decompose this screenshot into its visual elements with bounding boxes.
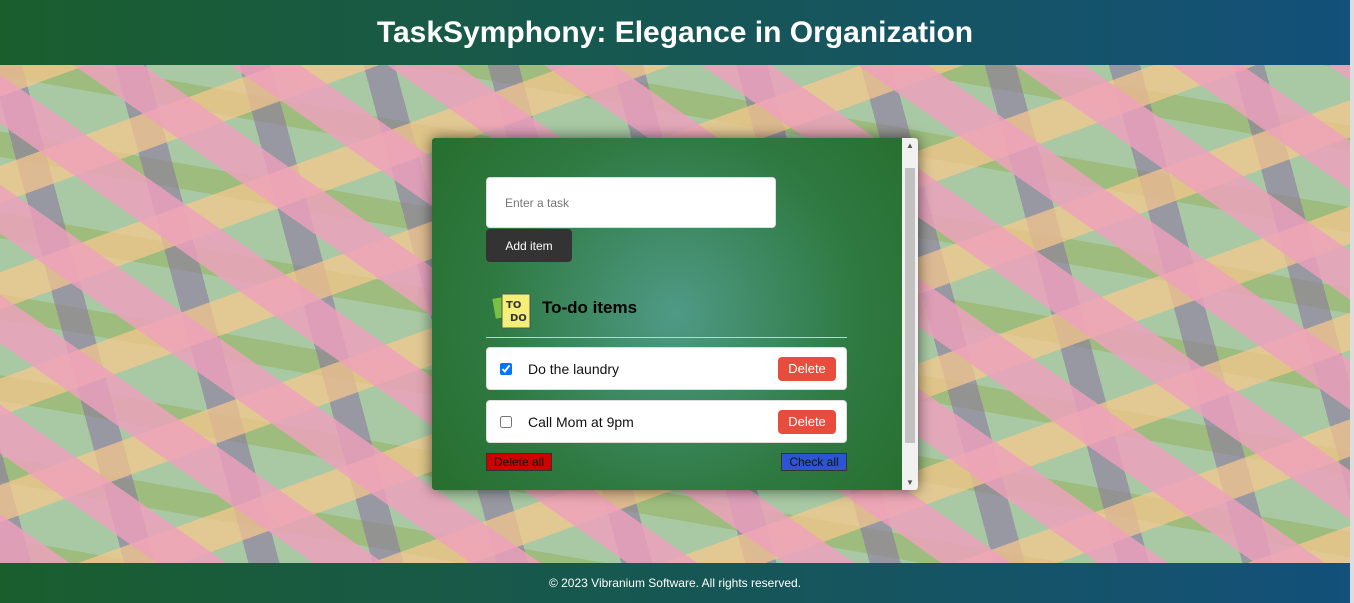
todo-checkbox[interactable] (500, 415, 512, 428)
todo-text: Do the laundry (528, 360, 620, 377)
app-title: TaskSymphony: Elegance in Organization (376, 15, 974, 49)
footer: © 2023 Vibranium Software. All rights re… (0, 563, 1350, 603)
todo-text: Call Mom at 9pm (528, 413, 634, 430)
task-input[interactable] (486, 177, 776, 228)
delete-all-button[interactable]: Delete all (486, 453, 552, 471)
todo-checkbox[interactable] (500, 362, 512, 375)
todo-note-icon: TO DO (492, 293, 531, 329)
scroll-down-icon[interactable]: ▼ (902, 478, 918, 487)
scrollbar-thumb[interactable] (905, 168, 915, 443)
svg-text:TO: TO (506, 300, 521, 311)
copyright-text: © 2023 Vibranium Software. All rights re… (548, 576, 802, 590)
todo-item: Call Mom at 9pm Delete (486, 400, 847, 443)
divider (486, 337, 847, 338)
app-header: TaskSymphony: Elegance in Organization (0, 0, 1350, 65)
todo-heading: To-do items (542, 298, 638, 317)
add-item-button[interactable]: Add item (486, 229, 572, 262)
check-all-button[interactable]: Check all (781, 453, 847, 471)
scroll-up-icon[interactable]: ▲ (902, 141, 918, 150)
svg-text:DO: DO (510, 313, 527, 324)
panel-scrollbar[interactable]: ▲ ▼ (902, 138, 918, 490)
delete-button[interactable]: Delete (778, 356, 836, 381)
page-scrollbar[interactable] (1350, 0, 1354, 603)
delete-button[interactable]: Delete (778, 409, 836, 434)
todo-panel: Add item TO DO To-do items Do the laundr… (432, 138, 918, 490)
todo-item: Do the laundry Delete (486, 347, 847, 390)
